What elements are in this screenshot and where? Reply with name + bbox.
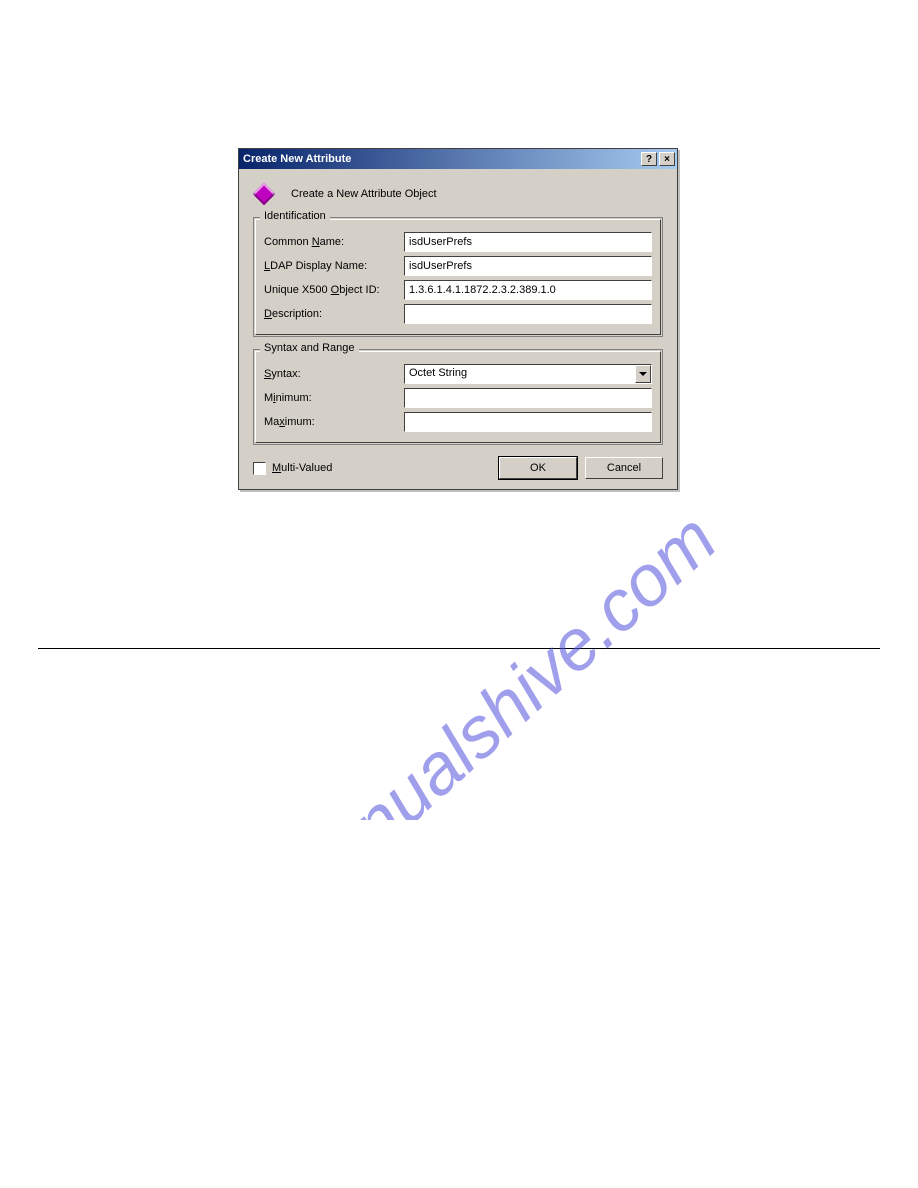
syntax-select[interactable]: Octet String [404,364,652,384]
minimum-label: Minimum: [264,392,404,404]
minimum-input[interactable] [404,388,652,408]
dialog-header-text: Create a New Attribute Object [291,188,437,200]
maximum-input[interactable] [404,412,652,432]
syntax-label: Syntax: [264,368,404,380]
syntax-range-group: Syntax and Range Syntax: Octet String Mi… [253,349,663,445]
ldap-display-name-input[interactable] [404,256,652,276]
description-input[interactable] [404,304,652,324]
maximum-label: Maximum: [264,416,404,428]
attribute-icon [253,183,275,205]
dialog-body: Create a New Attribute Object Identifica… [239,169,677,489]
chevron-down-icon[interactable] [635,365,651,383]
dialog-header: Create a New Attribute Object [253,183,663,205]
object-id-label: Unique X500 Object ID: [264,284,404,296]
common-name-input[interactable] [404,232,652,252]
common-name-label: Common Name: [264,236,404,248]
checkbox-icon [253,462,266,475]
cancel-button[interactable]: Cancel [585,457,663,479]
identification-legend: Identification [260,210,330,222]
horizontal-rule [38,648,880,649]
create-attribute-dialog: Create New Attribute ? × Create a New At… [238,148,678,490]
ldap-display-name-label: LDAP Display Name: [264,260,404,272]
dialog-title: Create New Attribute [243,153,639,165]
help-button[interactable]: ? [641,152,657,166]
close-button[interactable]: × [659,152,675,166]
button-row: Multi-Valued OK Cancel [253,457,663,479]
multi-valued-checkbox[interactable]: Multi-Valued [253,462,491,475]
ok-button[interactable]: OK [499,457,577,479]
multi-valued-label: Multi-Valued [272,462,332,474]
identification-group: Identification Common Name: LDAP Display… [253,217,663,337]
svg-text:manualshive.com: manualshive.com [262,499,732,820]
syntax-select-value: Octet String [405,365,635,383]
titlebar[interactable]: Create New Attribute ? × [239,149,677,169]
syntax-range-legend: Syntax and Range [260,342,359,354]
description-label: Description: [264,308,404,320]
object-id-input[interactable] [404,280,652,300]
